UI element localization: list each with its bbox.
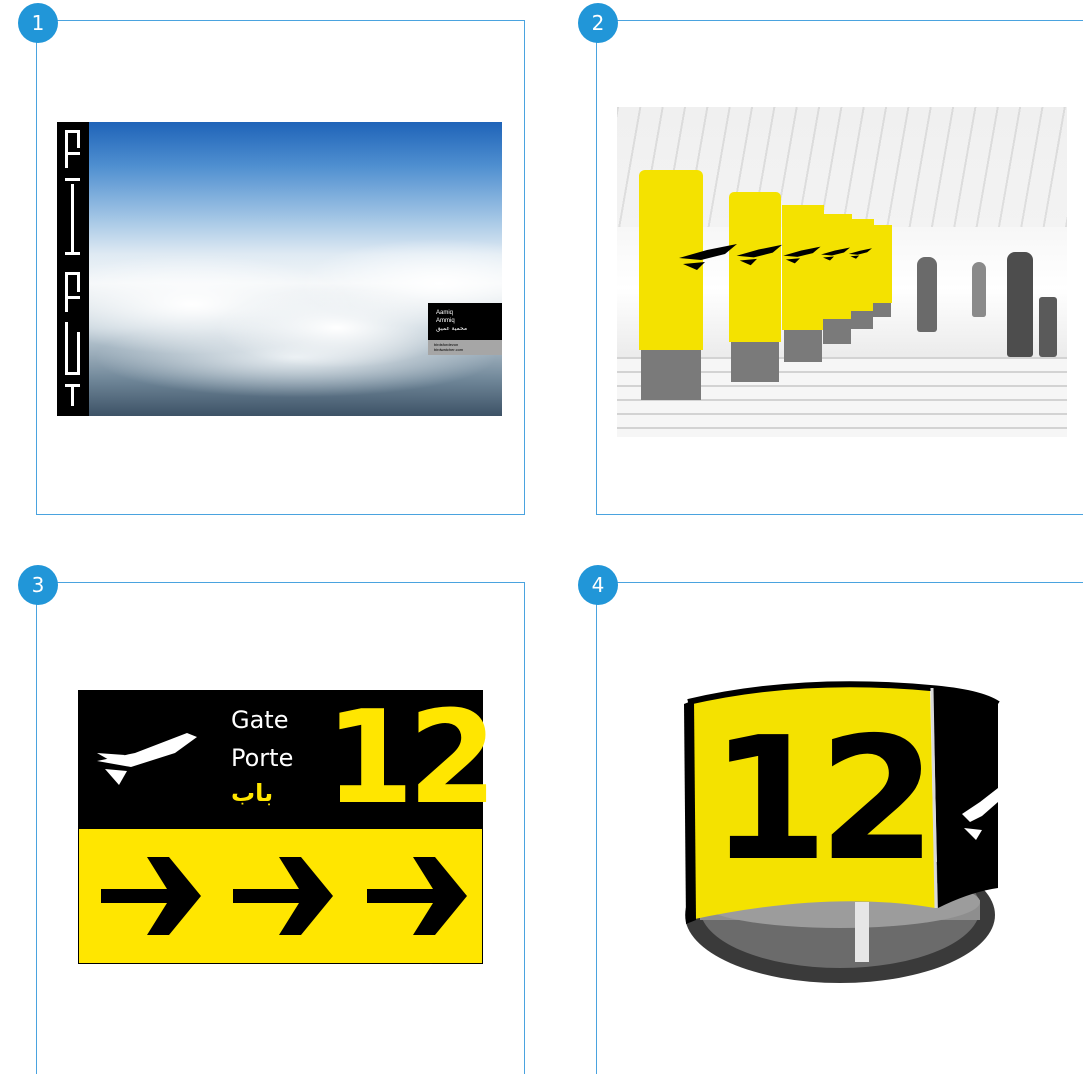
panel-4-frame-left [596,582,597,1074]
panel-1-frame-left [36,20,37,515]
cloud-poster: Aamiq Ammiq محمية عميق birdsfordevon bir… [57,122,502,416]
panel-1-frame-top [38,20,525,21]
arrow-right-icon [101,857,201,935]
gate-label-ar: باب [231,779,274,807]
panel-3-frame-top [38,582,525,583]
yellow-pillar [822,214,852,319]
gate-label-fr: Porte [231,744,294,772]
panel-4-number-badge: 4 [578,565,618,605]
poster-label-line-2: Ammiq [436,318,455,324]
panel-1-number-badge: 1 [18,3,58,43]
panel-2-frame-bottom [596,514,1083,515]
plane-icon [848,248,872,259]
pillar-gate-number: 12 [710,701,937,899]
gate-sign: Gate Porte باب 12 [78,690,497,964]
panel-3-frame-left [36,582,37,1074]
pillar-base [641,350,701,400]
clouds-photo [89,122,502,416]
plane-icon [97,733,197,785]
gate-sign-arrows [79,829,482,963]
poster-label-line-3: محمية عميق [436,326,468,332]
arrow-right-icon [233,857,333,935]
yellow-pillar [850,219,874,311]
pillar-base [873,303,891,317]
panel-2-frame-left [596,20,597,515]
panel-2-frame-top [598,20,1083,21]
panel-4-frame-top [598,582,1083,583]
panel-1-frame-right [524,20,525,515]
pillar-base [823,319,851,344]
pillar-base [851,311,873,329]
gate-label-en: Gate [231,706,289,734]
wordmark-glyphs-icon [65,130,80,406]
traveler [1007,252,1033,357]
pillar-base [784,330,822,362]
panel-3-frame-right [524,582,525,1074]
yellow-pillar [872,225,892,303]
suitcase [1039,297,1057,357]
traveler [972,262,986,317]
gate-sign-header: Gate Porte باب 12 [79,691,497,829]
pillar-wrap-render: 12 [680,670,1000,990]
gate-number: 12 [325,684,497,833]
panel-1-frame-bottom [36,514,525,515]
poster-label-line-1: Aamiq [436,310,454,316]
poster-sub-line-2: birdwatcher.com [434,347,464,352]
arrow-right-icon [367,857,467,935]
vertical-arabic-wordmark [57,122,89,416]
pillar-base [731,342,779,382]
traveler [917,257,937,332]
terminal-corridor-photo [617,107,1067,437]
poster-label-sub: birdsfordevon birdwatcher.com [428,340,502,355]
panel-3-number-badge: 3 [18,565,58,605]
panel-2-number-badge: 2 [578,3,618,43]
